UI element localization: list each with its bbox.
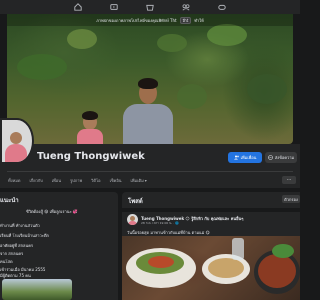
add-friend-icon <box>233 155 239 160</box>
intro-relationship: คนโสด <box>0 259 13 264</box>
posts-header: โพสต์ <box>128 198 143 205</box>
tab-videos[interactable]: วิดีโอ <box>91 177 100 184</box>
cover-caption-text: ภาพปกของภาพภาพโปรไฟล์ของคุณพิทักษ์ Tht <box>96 17 177 23</box>
cover-caption-tag: tht <box>179 16 192 24</box>
intro-education: เรียนที่ โรงเรียนบ้านสาวะตึก <box>0 233 49 238</box>
post-timestamp[interactable]: 28 ก.ค. เวลา 19:00 น. · 🌐 <box>141 221 179 226</box>
cover-caption: ภาพปกของภาพภาพโปรไฟล์ของคุณพิทักษ์ Tht t… <box>7 14 293 26</box>
intro-from: จาก สกลนคร <box>0 251 24 256</box>
marketplace-icon[interactable] <box>146 3 154 11</box>
gaming-icon[interactable] <box>218 3 226 11</box>
video-icon[interactable] <box>110 3 118 11</box>
profile-name: Tueng Thongwiwek <box>37 151 145 162</box>
top-nav-bar <box>0 0 300 14</box>
add-friend-label: เพิ่มเพื่อน <box>240 155 257 160</box>
post-photo[interactable] <box>122 236 300 300</box>
post-separator <box>122 208 300 212</box>
home-icon[interactable] <box>74 3 82 11</box>
tab-about[interactable]: เกี่ยวกับ <box>29 177 42 184</box>
intro-work: ทำงานที่ ทำงานส่วนตัว <box>0 223 40 228</box>
post-author-avatar[interactable] <box>127 214 138 225</box>
tab-all[interactable]: ทั้งหมด <box>8 177 20 184</box>
intro-followers: มีผู้ติดตาม 75 คน <box>0 273 31 278</box>
intro-title: แนะนำ <box>0 197 19 204</box>
messenger-icon <box>268 155 273 160</box>
profile-tabs: ทั้งหมด เกี่ยวกับ เพื่อน รูปภาพ วิดีโอ เ… <box>0 172 300 188</box>
post-text: วันนี้อร่อยสุด มาทานข้าวกับแม่ที่บ้าน ตา… <box>127 230 210 235</box>
chevron-down-icon: ▾ <box>144 177 147 183</box>
tab-more-label: เพิ่มเติม <box>130 177 144 183</box>
profile-avatar[interactable] <box>0 118 34 164</box>
intro-lives-in: อาศัยอยู่ที่ สกลนคร <box>0 243 34 248</box>
add-friend-button[interactable]: เพิ่มเพื่อน <box>228 152 262 163</box>
tab-more[interactable]: เพิ่มเติม ▾ <box>130 177 146 184</box>
intro-featured-photo[interactable] <box>32 279 72 300</box>
cover-photo[interactable]: ภาพปกของภาพภาพโปรไฟล์ของคุณพิทักษ์ Tht t… <box>7 14 293 144</box>
tab-friends[interactable]: เพื่อน <box>52 177 61 184</box>
cover-caption-tail: ทำให้ <box>194 17 204 23</box>
message-label: ส่งข้อความ <box>274 155 295 160</box>
message-button[interactable]: ส่งข้อความ <box>265 152 297 163</box>
intro-bio: ชีวิตต้องสู้ 😁 เพื่อลูกเรานะ 💞 <box>26 209 78 214</box>
filter-button[interactable]: ตัวกรอง <box>282 195 300 203</box>
groups-icon[interactable] <box>182 3 190 11</box>
more-options-button[interactable]: ··· <box>282 176 296 184</box>
tab-checkins[interactable]: เช็คอิน <box>110 177 122 184</box>
tab-photos[interactable]: รูปภาพ <box>70 177 82 184</box>
